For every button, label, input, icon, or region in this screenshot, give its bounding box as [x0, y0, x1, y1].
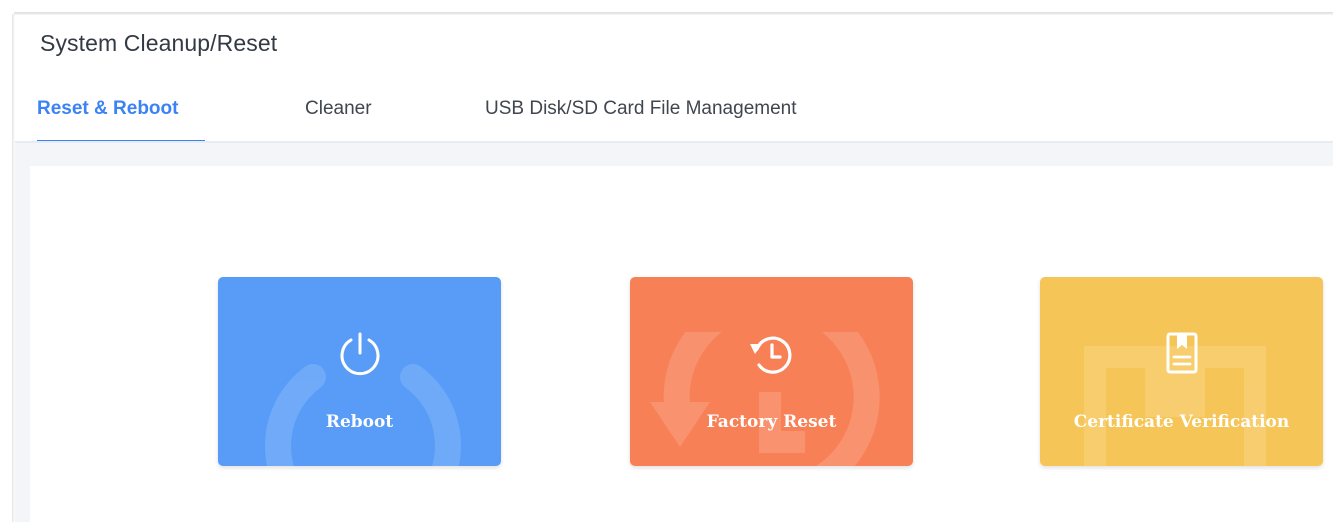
- factory-reset-card[interactable]: Factory Reset: [630, 277, 913, 466]
- reboot-label: Reboot: [325, 412, 394, 432]
- tab-reset-reboot-label: Reset & Reboot: [37, 98, 179, 119]
- tab-usb-sd-file-management[interactable]: USB Disk/SD Card File Management: [485, 98, 797, 143]
- tab-reset-reboot[interactable]: Reset & Reboot: [37, 98, 205, 143]
- app-window: System Cleanup/Reset Reset & Reboot Clea…: [0, 0, 1333, 522]
- tab-cleaner[interactable]: Cleaner: [305, 98, 372, 143]
- tab-bar: Reset & Reboot Cleaner USB Disk/SD Card …: [0, 98, 1333, 143]
- history-icon: [749, 336, 791, 374]
- tab-cleaner-label: Cleaner: [305, 98, 372, 119]
- certificate-verification-card[interactable]: Certificate Verification: [1040, 277, 1323, 466]
- power-icon: [340, 332, 379, 376]
- tab-usb-sd-file-management-label: USB Disk/SD Card File Management: [485, 98, 797, 119]
- factory-reset-label: Factory Reset: [706, 412, 837, 432]
- certificate-icon: [1166, 332, 1197, 374]
- page-title: System Cleanup/Reset: [40, 30, 278, 56]
- reboot-card[interactable]: Reboot: [218, 277, 501, 466]
- certificate-verification-label: Certificate Verification: [1073, 412, 1290, 432]
